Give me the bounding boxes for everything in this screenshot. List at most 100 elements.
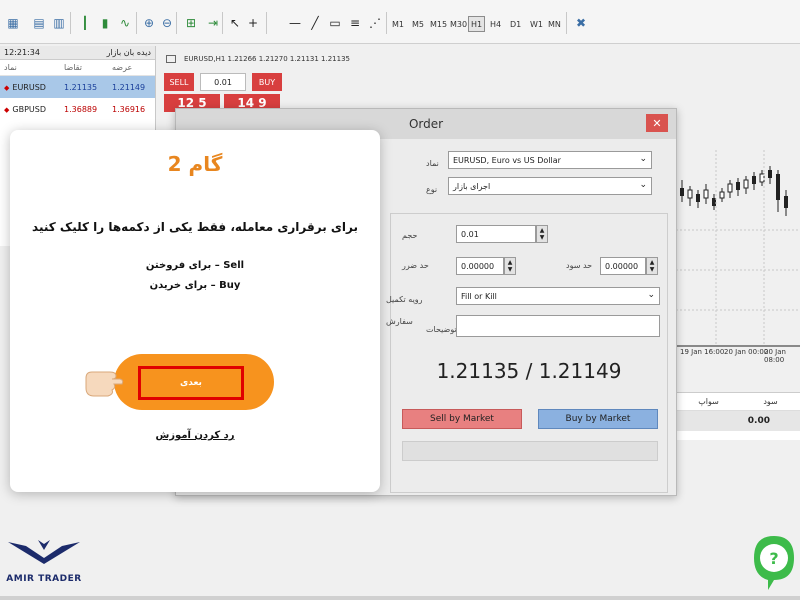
timeframe-m15[interactable]: M15	[430, 16, 447, 32]
comment-label: سفارش	[386, 317, 413, 326]
candle-body	[727, 183, 733, 193]
candle-body	[680, 188, 684, 196]
fibonacci-icon[interactable]: ≡	[346, 14, 364, 32]
price-chart[interactable]	[676, 150, 800, 362]
chart-window-icon	[166, 55, 176, 63]
profiles-icon[interactable]: ▤	[30, 14, 48, 32]
tile-windows-icon[interactable]: ⊞	[182, 14, 200, 32]
order-type-select[interactable]: اجرای بازار ⌄	[448, 177, 652, 195]
volume-stepper[interactable]: ▲ ▼	[536, 225, 548, 243]
brand-logo: AMIR TRADER	[6, 538, 82, 594]
candle-body	[759, 173, 765, 183]
candle-body	[687, 189, 693, 199]
separator	[70, 12, 71, 34]
order-type-label: نوع	[426, 185, 438, 194]
fill-policy-label: رویه تکمیل	[386, 295, 423, 304]
fill-policy-select[interactable]: Fill or Kill ⌄	[456, 287, 660, 305]
candlestick-icon[interactable]: ▮	[96, 14, 114, 32]
take-profit-input[interactable]: 0.00000	[600, 257, 646, 275]
new-chart-icon[interactable]: ▦	[4, 14, 22, 32]
comment-input[interactable]	[456, 315, 660, 337]
sell-instruction: Sell – برای فروختن	[145, 260, 245, 271]
symbol-diamond-icon: ◆	[4, 105, 10, 114]
svg-text:?: ?	[769, 549, 778, 568]
sell-button[interactable]: SELL	[164, 73, 194, 91]
candle-body	[743, 179, 749, 189]
candle-body	[768, 170, 772, 178]
buy-button[interactable]: BUY	[252, 73, 282, 91]
zoom-in-icon[interactable]: ⊕	[140, 14, 158, 32]
timeframe-m30[interactable]: M30	[450, 16, 467, 32]
timeframe-h4[interactable]: H4	[490, 16, 501, 32]
column-ask: عرضه	[112, 63, 133, 72]
toolbar: ▦ ▤ ▥ ┃ ▮ ∿ ⊕ ⊖ ⊞ ⇥ ↖ + — ╱ ▭ ≡ ⋰ M1 M5 …	[0, 0, 800, 44]
crosshair-icon[interactable]: +	[244, 14, 262, 32]
multiply-icon[interactable]: ✖	[572, 14, 590, 32]
terminal-panel: سواپ سود 0.00	[676, 392, 800, 440]
symbol-label: نماد	[426, 159, 439, 168]
market-watch-label: دیده بان بازار	[106, 48, 151, 57]
symbol-select-value: EURUSD, Euro vs US Dollar	[453, 155, 561, 165]
lot-size-input[interactable]: 0.01	[200, 73, 246, 91]
column-bid: تقاضا	[64, 63, 82, 72]
buy-instruction: Buy – برای خریدن	[149, 280, 241, 291]
time-axis-label: 20 Jan 00:00	[724, 348, 769, 356]
next-button[interactable]: بعدی	[138, 366, 244, 400]
zoom-out-icon[interactable]: ⊖	[158, 14, 176, 32]
objects-icon[interactable]: ⋰	[366, 14, 384, 32]
candle-body	[736, 182, 740, 190]
symbol-name: EURUSD	[12, 82, 46, 92]
current-price: 1.21135 / 1.21149	[436, 359, 622, 383]
one-click-trading-panel: SELL 0.01 BUY 12 5 14 9	[164, 70, 282, 112]
separator	[222, 12, 223, 34]
horizontal-line-icon[interactable]: —	[286, 14, 304, 32]
separator	[176, 12, 177, 34]
market-watch-row[interactable]: ◆ EURUSD 1.21135 1.21149	[0, 76, 155, 98]
timeframe-h1[interactable]: H1	[468, 16, 486, 32]
candle-body	[719, 191, 725, 199]
candle-body	[776, 174, 780, 200]
timeframe-mn[interactable]: MN	[548, 16, 561, 32]
skip-tutorial-link[interactable]: رد کردن آموزش	[10, 430, 380, 441]
chart-symbol-ohlc: EURUSD,H1 1.21266 1.21270 1.21131 1.2113…	[184, 55, 350, 63]
cursor-icon[interactable]: ↖	[226, 14, 244, 32]
sell-by-market-button[interactable]: Sell by Market	[402, 409, 522, 429]
buy-by-market-button[interactable]: Buy by Market	[538, 409, 658, 429]
candle-body	[696, 194, 700, 202]
brand-name: AMIR TRADER	[6, 574, 82, 584]
terminal-header: سواپ سود	[676, 393, 800, 411]
timeframe-d1[interactable]: D1	[510, 16, 521, 32]
ask-price: 1.36916	[112, 104, 146, 114]
candle-body	[784, 196, 788, 208]
market-watch-icon[interactable]: ▥	[50, 14, 68, 32]
take-profit-stepper[interactable]: ▲ ▼	[646, 257, 658, 275]
timeframe-m5[interactable]: M5	[412, 16, 424, 32]
timeframe-w1[interactable]: W1	[530, 16, 543, 32]
volume-input[interactable]: 0.01	[456, 225, 536, 243]
order-type-value: اجرای بازار	[453, 181, 491, 191]
market-watch-row[interactable]: ◆ GBPUSD 1.36889 1.36916	[0, 98, 155, 120]
candle-body	[712, 198, 716, 206]
symbol-diamond-icon: ◆	[4, 83, 10, 92]
pointing-hand-icon	[85, 371, 124, 397]
stop-loss-stepper[interactable]: ▲ ▼	[504, 257, 516, 275]
separator	[266, 12, 267, 34]
close-icon[interactable]: ✕	[646, 114, 668, 132]
line-chart-icon[interactable]: ∿	[116, 14, 134, 32]
chevron-down-icon: ⌄	[647, 290, 655, 300]
chart-shift-icon[interactable]: ⇥	[204, 14, 222, 32]
text-icon[interactable]: ▭	[326, 14, 344, 32]
bid-price: 1.36889	[64, 104, 98, 114]
separator	[136, 12, 137, 34]
symbol-select[interactable]: EURUSD, Euro vs US Dollar ⌄	[448, 151, 652, 169]
column-swap: سواپ	[698, 397, 719, 406]
stop-loss-input[interactable]: 0.00000	[456, 257, 504, 275]
trend-line-icon[interactable]: ╱	[306, 14, 324, 32]
chat-help-icon[interactable]: ?	[750, 530, 798, 596]
timeframe-m1[interactable]: M1	[392, 16, 404, 32]
separator	[386, 12, 387, 34]
tutorial-popup: گام 2 برای برقراری معامله، فقط یکی از دک…	[10, 130, 380, 492]
candle-body	[703, 189, 709, 199]
comment-label-secondary: توضیحات	[426, 325, 457, 334]
bar-chart-icon[interactable]: ┃	[76, 14, 94, 32]
